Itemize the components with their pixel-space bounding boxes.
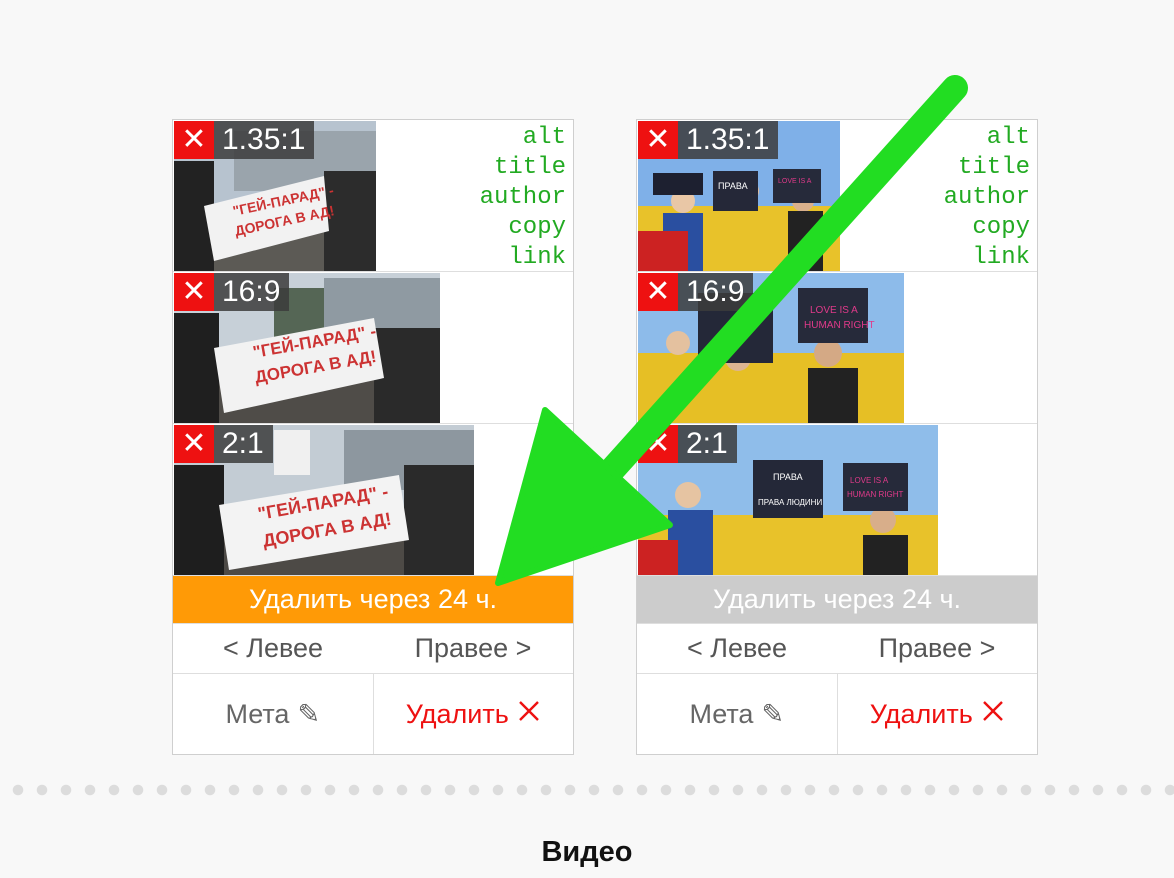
crop-row-1-35: ПРАВА LOVE IS A ✕ 1.35:1 alt title autho… bbox=[637, 120, 1037, 272]
image-card-1: "ГЕЙ-ПАРАД" - ДОРОГА В АД! ✕ 1.35:1 alt … bbox=[172, 119, 574, 755]
meta-field-list: alt title author copy link bbox=[480, 123, 566, 273]
crop-ratio-label: 2:1 bbox=[678, 425, 737, 463]
crop-ratio-label: 16:9 bbox=[678, 273, 754, 311]
remove-crop-icon[interactable]: ✕ bbox=[174, 425, 214, 463]
meta-field-copy[interactable]: copy bbox=[480, 213, 566, 243]
pencil-icon: ✎ bbox=[761, 698, 785, 729]
card-actions: Мета ✎ Удалить bbox=[173, 674, 573, 754]
move-left-button[interactable]: < Левее bbox=[637, 624, 837, 673]
delete-button-label: Удалить bbox=[405, 698, 509, 729]
card-actions: Мета ✎ Удалить bbox=[637, 674, 1037, 754]
crop-badge: ✕ 16:9 bbox=[174, 273, 290, 311]
meta-field-title[interactable]: title bbox=[480, 153, 566, 183]
delete-timer-button[interactable]: Удалить через 24 ч. bbox=[173, 576, 573, 624]
meta-button-label: Мета bbox=[225, 698, 290, 729]
sign-text: ПРАВА bbox=[773, 472, 803, 482]
meta-field-author[interactable]: author bbox=[480, 183, 566, 213]
delete-button-label: Удалить bbox=[869, 698, 973, 729]
crop-ratio-label: 1.35:1 bbox=[678, 121, 779, 159]
crop-row-16-9: LOVE IS A HUMAN RIGHT ✕ 16:9 bbox=[637, 272, 1037, 424]
meta-field-title[interactable]: title bbox=[944, 153, 1030, 183]
meta-field-copy[interactable]: copy bbox=[944, 213, 1030, 243]
move-right-button[interactable]: Правее > bbox=[373, 624, 573, 673]
sign-text: ПРАВА bbox=[718, 181, 748, 191]
close-icon bbox=[981, 699, 1005, 730]
meta-field-author[interactable]: author bbox=[944, 183, 1030, 213]
meta-field-link[interactable]: link bbox=[480, 243, 566, 273]
crop-ratio-label: 16:9 bbox=[214, 273, 290, 311]
meta-button[interactable]: Мета ✎ bbox=[637, 674, 838, 754]
sign-text: LOVE IS A bbox=[778, 178, 812, 185]
remove-crop-icon[interactable]: ✕ bbox=[638, 425, 678, 463]
move-nav: < Левее Правее > bbox=[637, 624, 1037, 674]
crop-badge: ✕ 16:9 bbox=[638, 273, 754, 311]
crop-row-2-1: "ГЕЙ-ПАРАД" - ДОРОГА В АД! ✕ 2:1 bbox=[173, 424, 573, 576]
meta-button[interactable]: Мета ✎ bbox=[173, 674, 374, 754]
crop-ratio-label: 1.35:1 bbox=[214, 121, 315, 159]
section-title: Видео bbox=[541, 836, 633, 868]
remove-crop-icon[interactable]: ✕ bbox=[638, 273, 678, 311]
delete-button[interactable]: Удалить bbox=[374, 674, 574, 754]
close-icon bbox=[517, 699, 541, 730]
meta-button-label: Мета bbox=[689, 698, 754, 729]
sign-text: LOVE IS A bbox=[850, 476, 889, 485]
crop-badge: ✕ 1.35:1 bbox=[174, 121, 315, 159]
meta-field-alt[interactable]: alt bbox=[480, 123, 566, 153]
image-card-2: ПРАВА LOVE IS A ✕ 1.35:1 alt title autho… bbox=[636, 119, 1038, 755]
sign-text: HUMAN RIGHT bbox=[804, 320, 875, 331]
move-right-button[interactable]: Правее > bbox=[837, 624, 1037, 673]
meta-field-link[interactable]: link bbox=[944, 243, 1030, 273]
delete-button[interactable]: Удалить bbox=[838, 674, 1038, 754]
pencil-icon: ✎ bbox=[297, 698, 321, 729]
crop-badge: ✕ 2:1 bbox=[174, 425, 273, 463]
sign-text: ПРАВА ЛЮДИНИ bbox=[758, 498, 822, 507]
crop-row-2-1: ПРАВА ПРАВА ЛЮДИНИ LOVE IS A HUMAN RIGHT… bbox=[637, 424, 1037, 576]
crop-ratio-label: 2:1 bbox=[214, 425, 273, 463]
crop-badge: ✕ 1.35:1 bbox=[638, 121, 779, 159]
sign-text: LOVE IS A bbox=[810, 305, 858, 316]
crop-row-1-35: "ГЕЙ-ПАРАД" - ДОРОГА В АД! ✕ 1.35:1 alt … bbox=[173, 120, 573, 272]
section-divider bbox=[0, 782, 1174, 798]
meta-field-list: alt title author copy link bbox=[944, 123, 1030, 273]
move-nav: < Левее Правее > bbox=[173, 624, 573, 674]
delete-timer-button[interactable]: Удалить через 24 ч. bbox=[637, 576, 1037, 624]
meta-field-alt[interactable]: alt bbox=[944, 123, 1030, 153]
remove-crop-icon[interactable]: ✕ bbox=[174, 273, 214, 311]
remove-crop-icon[interactable]: ✕ bbox=[174, 121, 214, 159]
move-left-button[interactable]: < Левее bbox=[173, 624, 373, 673]
sign-text: HUMAN RIGHT bbox=[847, 490, 904, 499]
crop-row-16-9: "ГЕЙ-ПАРАД" - ДОРОГА В АД! ✕ 16:9 bbox=[173, 272, 573, 424]
remove-crop-icon[interactable]: ✕ bbox=[638, 121, 678, 159]
crop-badge: ✕ 2:1 bbox=[638, 425, 737, 463]
